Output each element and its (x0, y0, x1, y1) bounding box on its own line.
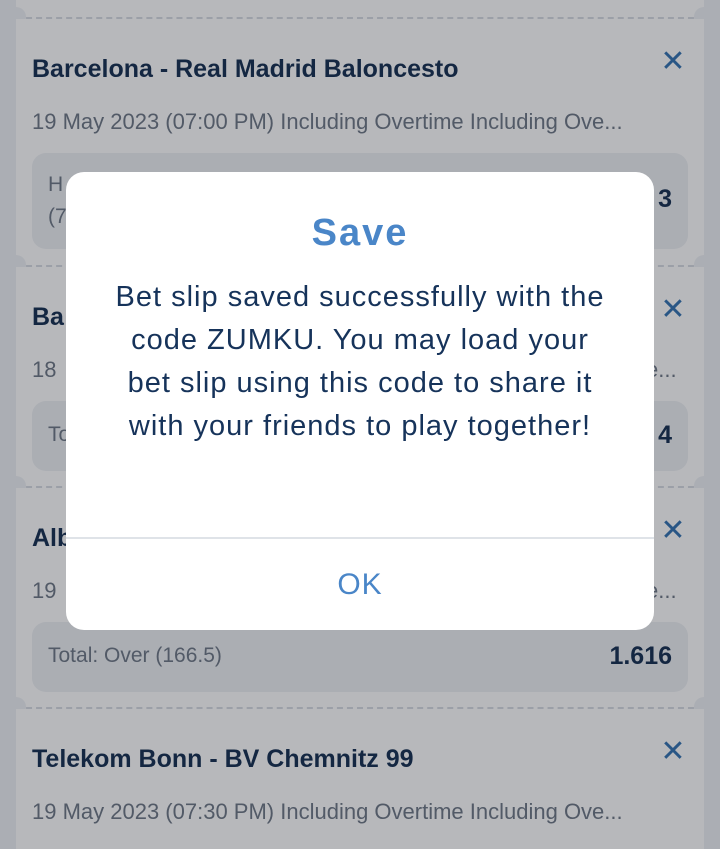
dialog-message: Bet slip saved successfully with the cod… (115, 281, 605, 442)
save-dialog: Save Bet slip saved successfully with th… (66, 172, 654, 630)
dialog-title: Save (311, 212, 409, 254)
ok-button[interactable]: OK (66, 539, 654, 630)
